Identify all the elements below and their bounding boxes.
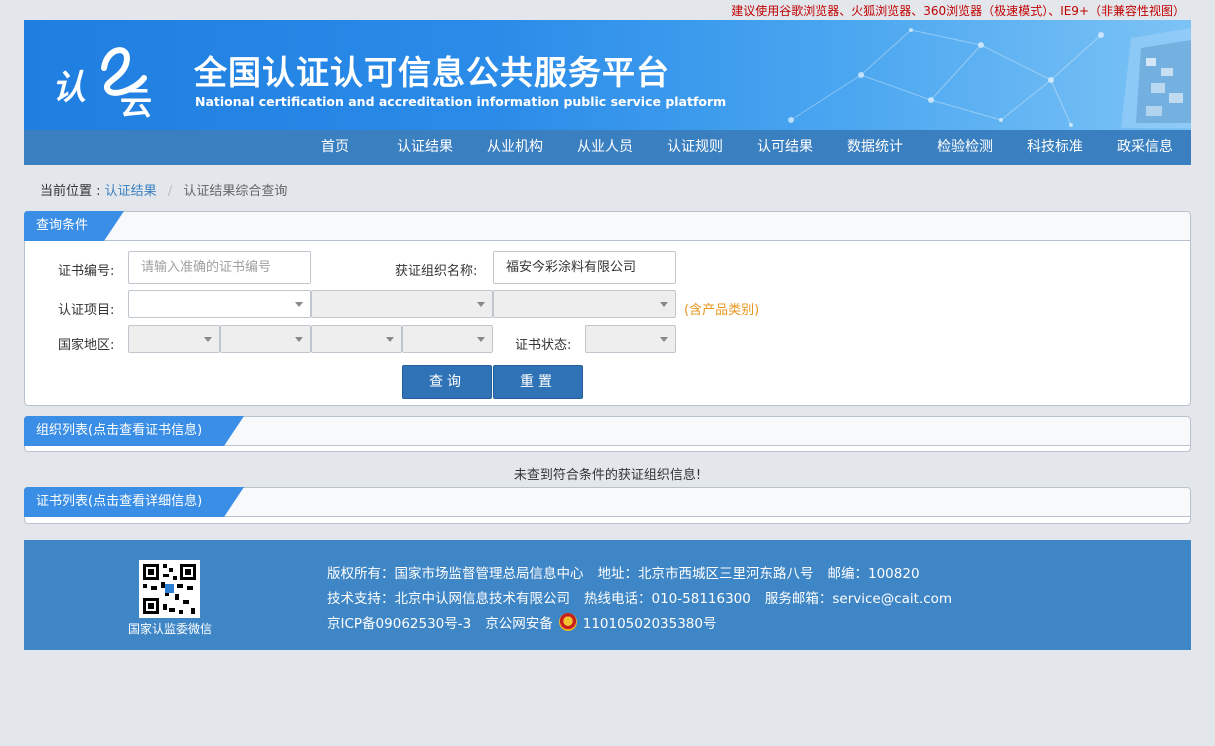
- address-value: 北京市西城区三里河东路八号: [638, 566, 814, 582]
- chevron-down-icon: [660, 302, 668, 307]
- chevron-down-icon: [295, 302, 303, 307]
- org-list-header: 组织列表(点击查看证书信息): [24, 416, 1190, 446]
- cert-list-panel: 证书列表(点击查看详细信息): [24, 487, 1191, 524]
- postcode-value: 100820: [868, 566, 920, 582]
- icp-link[interactable]: 京ICP备09062530号-3: [327, 616, 471, 632]
- org-name-label: 获证组织名称:: [395, 264, 478, 279]
- site-title: 全国认证认可信息公共服务平台: [194, 53, 670, 92]
- logo: 认 云: [52, 38, 162, 122]
- reset-button[interactable]: 重置: [493, 365, 583, 399]
- logo-text-a: 认: [52, 68, 86, 108]
- breadcrumb-separator: /: [167, 184, 173, 199]
- copyright-value: 国家市场监督管理总局信息中心: [394, 566, 584, 582]
- empty-result-message: 未查到符合条件的获证组织信息!: [513, 468, 702, 483]
- nav-item-cert-results[interactable]: 认证结果: [390, 130, 460, 165]
- region-select-3[interactable]: [311, 325, 402, 353]
- main-nav: 首页 认证结果 从业机构 从业人员 认证规则 认可结果 数据统计 检验检测 科技…: [24, 130, 1191, 165]
- nav-item-cert-rules[interactable]: 认证规则: [660, 130, 730, 165]
- support-value: 北京中认网信息技术有限公司: [394, 591, 571, 607]
- chevron-down-icon: [477, 337, 485, 342]
- logo-text-b: 云: [120, 84, 153, 122]
- chevron-down-icon: [386, 337, 394, 342]
- nav-item-procurement[interactable]: 政采信息: [1110, 130, 1180, 165]
- hotline-value: 010-58116300: [651, 591, 751, 607]
- cert-no-label: 证书编号:: [58, 264, 115, 279]
- email-link[interactable]: service@cait.com: [832, 591, 952, 607]
- nav-item-inspection[interactable]: 检验检测: [930, 130, 1000, 165]
- footer-line-3: 京ICP备09062530号-3 京公网安备 11010502035380号: [327, 612, 716, 632]
- nav-item-standards[interactable]: 科技标准: [1020, 130, 1090, 165]
- org-list-panel: 组织列表(点击查看证书信息): [24, 416, 1191, 452]
- region-select-1[interactable]: [128, 325, 220, 353]
- breadcrumb-prefix: 当前位置 :: [40, 184, 101, 199]
- police-record-link[interactable]: 11010502035380号: [583, 616, 717, 632]
- header-banner: 认 云 全国认证认可信息公共服务平台 National certificatio…: [24, 20, 1191, 130]
- org-list-tab: 组织列表(点击查看证书信息): [24, 416, 244, 446]
- query-panel-header: 查询条件: [24, 211, 1190, 241]
- nav-item-institutions[interactable]: 从业机构: [480, 130, 550, 165]
- cert-list-tab: 证书列表(点击查看详细信息): [24, 487, 244, 517]
- cert-list-header: 证书列表(点击查看详细信息): [24, 487, 1190, 517]
- nav-item-accreditation[interactable]: 认可结果: [750, 130, 820, 165]
- breadcrumb-parent-link[interactable]: 认证结果: [105, 184, 157, 199]
- browser-notice: 建议使用谷歌浏览器、火狐浏览器、360浏览器（极速模式）、IE9+（非兼容性视图…: [731, 4, 1185, 18]
- region-select-4[interactable]: [402, 325, 493, 353]
- footer-line-1: 版权所有：国家市场监督管理总局信息中心 地址：北京市西城区三里河东路八号 邮编：10…: [327, 566, 920, 582]
- project-label: 认证项目:: [58, 303, 115, 318]
- status-label: 证书状态:: [515, 338, 572, 353]
- qr-code-icon: [139, 560, 200, 618]
- status-select[interactable]: [585, 325, 676, 353]
- project-hint: (含产品类别): [684, 303, 760, 318]
- site-subtitle: National certification and accreditation…: [195, 94, 727, 109]
- footer: 国家认监委微信 版权所有：国家市场监督管理总局信息中心 地址：北京市西城区三里河东…: [24, 540, 1191, 650]
- qr-caption: 国家认监委微信: [127, 622, 212, 636]
- chevron-down-icon: [295, 337, 303, 342]
- project-select-3[interactable]: [493, 290, 676, 318]
- project-select-1[interactable]: [128, 290, 311, 318]
- region-label: 国家地区:: [58, 338, 115, 353]
- breadcrumb-current: 认证结果综合查询: [183, 184, 288, 199]
- cert-no-input[interactable]: [128, 251, 311, 284]
- nav-item-home[interactable]: 首页: [309, 130, 361, 165]
- nav-item-personnel[interactable]: 从业人员: [570, 130, 640, 165]
- building-illustration: [1121, 28, 1191, 128]
- query-panel-tab: 查询条件: [24, 211, 124, 241]
- search-button[interactable]: 查询: [402, 365, 492, 399]
- chevron-down-icon: [477, 302, 485, 307]
- chevron-down-icon: [204, 337, 212, 342]
- region-select-2[interactable]: [220, 325, 311, 353]
- org-name-input[interactable]: 福安今彩涂料有限公司: [493, 251, 676, 284]
- project-select-2[interactable]: [311, 290, 493, 318]
- footer-line-2: 技术支持：北京中认网信息技术有限公司 热线电话：010-58116300 服务邮箱：…: [327, 591, 953, 607]
- chevron-down-icon: [660, 337, 668, 342]
- breadcrumb: 当前位置 : 认证结果 / 认证结果综合查询: [40, 180, 287, 199]
- nav-item-statistics[interactable]: 数据统计: [840, 130, 910, 165]
- police-badge-icon: [558, 613, 577, 631]
